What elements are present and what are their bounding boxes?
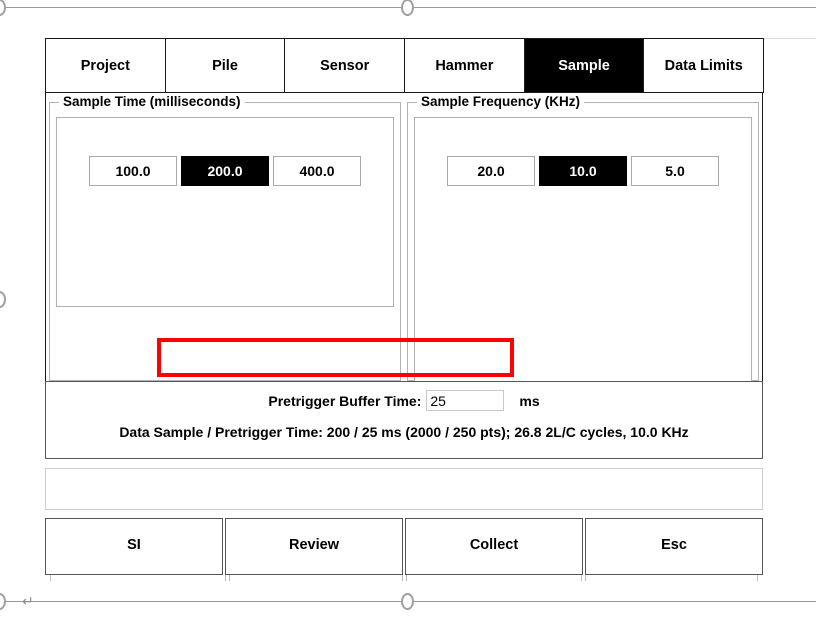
action-button-row: SI Review Collect Esc — [45, 518, 763, 575]
sample-frequency-option-20[interactable]: 20.0 — [447, 156, 535, 186]
selection-handle-top-left[interactable] — [0, 0, 6, 16]
collect-button[interactable]: Collect — [405, 518, 583, 575]
tab-data-limits[interactable]: Data Limits — [643, 38, 764, 93]
sample-time-inner-panel: 100.0 200.0 400.0 — [56, 117, 394, 307]
selection-handle-bottom-center[interactable] — [401, 593, 414, 610]
paragraph-mark-icon: ↵ — [22, 594, 34, 608]
sample-time-option-100[interactable]: 100.0 — [89, 156, 177, 186]
sample-frequency-option-5[interactable]: 5.0 — [631, 156, 719, 186]
data-sample-summary-text: Data Sample / Pretrigger Time: 200 / 25 … — [46, 424, 762, 440]
tab-bar: Project Pile Sensor Hammer Sample Data L… — [45, 38, 763, 93]
sample-frequency-options: 20.0 10.0 5.0 — [415, 156, 751, 186]
tab-hammer[interactable]: Hammer — [404, 38, 525, 93]
tab-sample[interactable]: Sample — [524, 38, 645, 93]
pretrigger-buffer-time-unit: ms — [519, 393, 539, 409]
pretrigger-buffer-time-row: Pretrigger Buffer Time: ms — [46, 390, 762, 411]
tab-project[interactable]: Project — [45, 38, 166, 93]
tab-sensor[interactable]: Sensor — [284, 38, 405, 93]
sample-frequency-group-title: Sample Frequency (KHz) — [417, 94, 584, 109]
sample-frequency-group: Sample Frequency (KHz) 20.0 10.0 5.0 — [407, 102, 759, 381]
selection-handle-top-center[interactable] — [401, 0, 414, 16]
selection-handle-bottom-left[interactable] — [0, 593, 6, 610]
sample-time-group-title: Sample Time (milliseconds) — [59, 94, 245, 109]
pretrigger-status-panel: Pretrigger Buffer Time: ms Data Sample /… — [45, 381, 763, 459]
selection-handle-middle-left[interactable] — [0, 291, 6, 308]
tab-pile[interactable]: Pile — [165, 38, 286, 93]
pretrigger-buffer-time-input[interactable] — [426, 390, 504, 411]
sample-time-option-400[interactable]: 400.0 — [273, 156, 361, 186]
sample-settings-dialog: Project Pile Sensor Hammer Sample Data L… — [45, 38, 763, 583]
pretrigger-buffer-time-label: Pretrigger Buffer Time: — [268, 393, 421, 409]
sample-frequency-inner-panel: 20.0 10.0 5.0 — [414, 117, 752, 385]
message-bar — [45, 468, 763, 510]
esc-button[interactable]: Esc — [585, 518, 763, 575]
si-button[interactable]: SI — [45, 518, 223, 575]
sample-time-group: Sample Time (milliseconds) 100.0 200.0 4… — [49, 102, 401, 381]
sample-time-options: 100.0 200.0 400.0 — [57, 156, 393, 186]
sample-time-option-200[interactable]: 200.0 — [181, 156, 269, 186]
settings-panels: Sample Time (milliseconds) 100.0 200.0 4… — [45, 93, 763, 381]
review-button[interactable]: Review — [225, 518, 403, 575]
sample-frequency-option-10[interactable]: 10.0 — [539, 156, 627, 186]
